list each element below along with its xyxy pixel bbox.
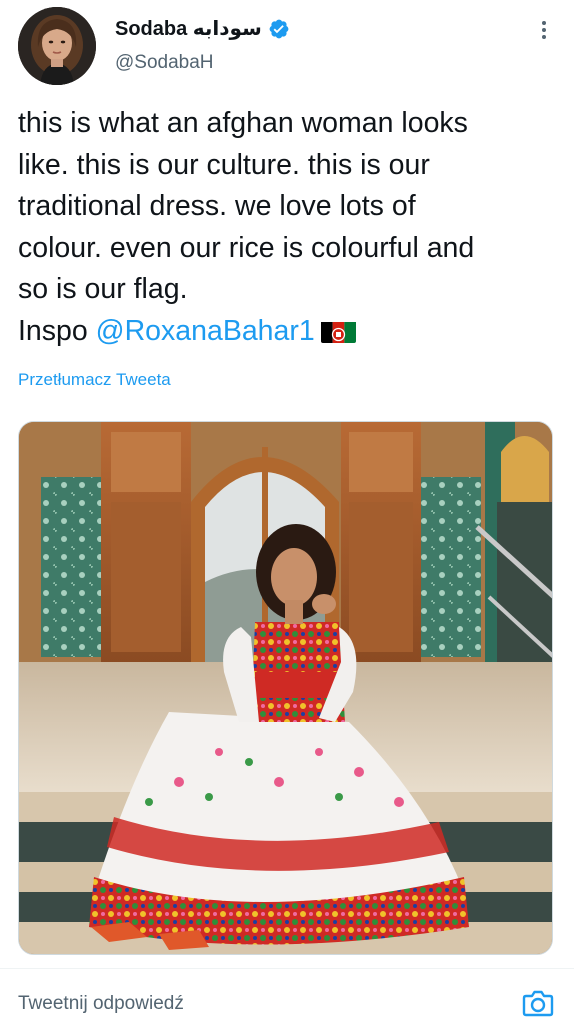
tweet-text-line: colour. even our rice is colourful and [18,231,475,264]
tweet-text: this is what an afghan woman looks like.… [18,103,558,352]
tweet-text-line: like. this is our culture. this is our [18,148,430,181]
tweet-text-line: so is our flag. [18,273,188,305]
reply-input[interactable]: Tweetnij odpowiedź [18,993,184,1015]
afghanistan-flag-icon [320,318,356,343]
tweet-text-line: this is what an afghan woman looks [18,107,468,139]
tweet-text-line: traditional dress. we love lots of [18,190,416,222]
inspo-label: Inspo [18,314,88,347]
reply-bar: Tweetnij odpowiedź [0,969,574,1023]
user-handle[interactable]: @SodabaH [115,52,214,74]
mention-link[interactable]: @RoxanaBahar1 [96,315,315,347]
tweet-photo[interactable] [18,421,553,955]
avatar[interactable] [18,7,96,85]
more-vertical-icon[interactable] [536,20,552,40]
display-name[interactable]: Sodaba سودابه [115,16,262,41]
verified-badge-icon [268,18,290,40]
translate-tweet-link[interactable]: Przetłumacz Tweeta [18,370,171,390]
tweet-header: Sodaba سودابه @SodabaH [0,0,574,90]
display-name-row: Sodaba سودابه [115,16,290,41]
camera-icon[interactable] [522,988,554,1018]
